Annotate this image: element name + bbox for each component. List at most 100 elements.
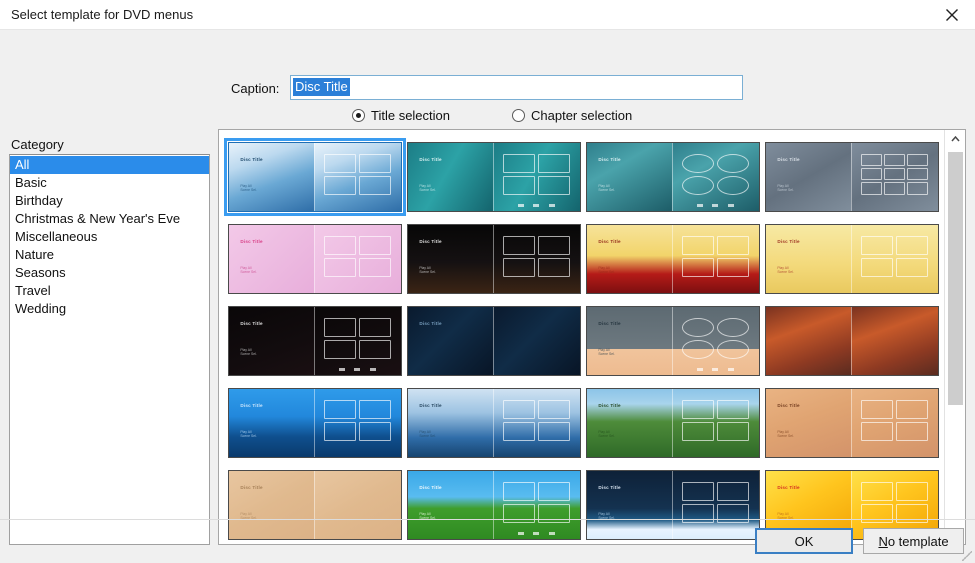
category-label: Category	[11, 137, 64, 152]
no-template-button[interactable]: No template	[863, 528, 964, 554]
template-title-panel: Disc TitlePlay All Scene Sel.	[586, 471, 673, 539]
template-thumbnail: Disc Title	[406, 306, 581, 376]
template-chapter-boxes	[323, 235, 392, 277]
template-chapter-box	[860, 481, 893, 501]
close-button[interactable]	[929, 0, 975, 30]
template-item[interactable]: Disc TitlePlay All Scene Sel.	[583, 465, 762, 544]
template-item[interactable]: Disc TitlePlay All Scene Sel.	[404, 465, 583, 544]
template-item[interactable]: Disc TitlePlay All Scene Sel.	[762, 383, 941, 463]
ok-button[interactable]: OK	[755, 528, 853, 554]
template-title-panel: Disc TitlePlay All Scene Sel.	[407, 143, 494, 211]
category-item[interactable]: Nature	[10, 246, 209, 264]
template-item[interactable]: Disc TitlePlay All Scene Sel.	[225, 383, 404, 463]
template-item[interactable]: Disc TitlePlay All Scene Sel.	[583, 219, 762, 299]
template-thumbnail: Disc TitlePlay All Scene Sel.	[223, 138, 406, 216]
template-item[interactable]: Disc TitlePlay All Scene Sel.	[223, 137, 406, 217]
template-chapter-box	[681, 317, 714, 337]
template-sub-text: Play All Scene Sel.	[240, 265, 257, 275]
template-chapter-box	[716, 175, 750, 195]
template-item[interactable]: Disc Title	[404, 301, 583, 381]
template-disc-title: Disc Title	[419, 239, 442, 245]
radio-chapter-selection[interactable]: Chapter selection	[512, 108, 632, 123]
category-item[interactable]: Miscellaneous	[10, 228, 209, 246]
template-chapter-box	[358, 235, 392, 255]
template-sub-text: Play All Scene Sel.	[777, 429, 794, 439]
template-thumbnail: Disc TitlePlay All Scene Sel.	[585, 388, 760, 458]
category-item[interactable]: Birthday	[10, 192, 209, 210]
template-chapter-box	[358, 399, 392, 419]
template-title-panel: Disc TitlePlay All Scene Sel.	[407, 225, 494, 293]
category-item[interactable]: Christmas & New Year's Eve	[10, 210, 209, 228]
scrollbar-thumb[interactable]	[948, 152, 963, 405]
template-chapter-box	[323, 235, 356, 255]
template-item[interactable]: Disc TitlePlay All Scene Sel.	[583, 301, 762, 381]
template-chapter-box	[716, 235, 750, 255]
template-chapter-boxes	[323, 399, 392, 441]
template-chapter-box	[716, 421, 750, 441]
template-thumbnail: Disc TitlePlay All Scene Sel.	[406, 142, 581, 212]
template-title-panel: Disc TitlePlay All Scene Sel.	[765, 143, 852, 211]
template-chapter-panel	[493, 471, 580, 539]
template-disc-title: Disc Title	[777, 485, 800, 491]
template-chapter-box	[716, 317, 750, 337]
template-chapter-box	[323, 153, 356, 173]
template-chapter-panel	[672, 307, 759, 375]
template-item[interactable]: Disc TitlePlay All Scene Sel.	[404, 383, 583, 463]
category-item[interactable]: Seasons	[10, 264, 209, 282]
template-chapter-box	[358, 421, 392, 441]
template-thumbnail: Disc TitlePlay All Scene Sel.	[227, 388, 402, 458]
resize-grip[interactable]	[962, 551, 972, 561]
template-chapter-boxes	[860, 399, 929, 441]
template-thumbnail: Disc TitlePlay All Scene Sel.	[764, 142, 939, 212]
template-thumbnail: Disc TitlePlay All Scene Sel.	[227, 470, 402, 540]
template-disc-title: Disc Title	[419, 157, 442, 163]
template-thumbnail: Disc TitlePlay All Scene Sel.	[227, 306, 402, 376]
template-chapter-box	[681, 175, 714, 195]
template-item[interactable]	[762, 301, 941, 381]
template-chapter-box	[358, 257, 392, 277]
template-chapter-panel	[851, 143, 938, 211]
template-chapter-box	[860, 153, 882, 167]
template-item[interactable]: Disc TitlePlay All Scene Sel.	[583, 383, 762, 463]
template-chapter-box	[681, 153, 714, 173]
template-item[interactable]: Disc TitlePlay All Scene Sel.	[762, 137, 941, 217]
template-chapter-boxes	[681, 317, 750, 359]
category-item[interactable]: All	[10, 156, 209, 174]
template-chapter-box	[860, 168, 882, 181]
template-chapter-box	[502, 153, 535, 173]
category-list[interactable]: All Basic Birthday Christmas & New Year's E…	[9, 154, 210, 545]
template-disc-title: Disc Title	[240, 321, 263, 327]
template-item[interactable]: Disc TitlePlay All Scene Sel.	[225, 219, 404, 299]
template-item[interactable]: Disc TitlePlay All Scene Sel.	[404, 219, 583, 299]
caption-input[interactable]	[290, 75, 743, 100]
template-chapter-box	[537, 421, 571, 441]
template-thumbnail: Disc TitlePlay All Scene Sel.	[227, 224, 402, 294]
category-item[interactable]: Travel	[10, 282, 209, 300]
template-item[interactable]: Disc TitlePlay All Scene Sel.	[225, 301, 404, 381]
template-title-panel: Disc TitlePlay All Scene Sel.	[407, 471, 494, 539]
template-item[interactable]: Disc TitlePlay All Scene Sel.	[225, 465, 404, 544]
radio-title-selection[interactable]: Title selection	[352, 108, 450, 123]
template-chapter-panel	[672, 143, 759, 211]
template-chapter-box	[323, 399, 356, 419]
selection-mode-radio-group: Title selection Chapter selection	[352, 108, 632, 123]
template-grid: Disc Title Play All Scene Sel. Disc Title P…	[219, 130, 944, 544]
template-sub-text: Play All Scene Sel.	[598, 429, 615, 439]
template-chapter-box	[907, 182, 929, 195]
template-thumbnail: Disc TitlePlay All Scene Sel.	[764, 224, 939, 294]
template-scrollbar[interactable]	[944, 130, 965, 544]
template-chapter-box	[323, 257, 356, 277]
template-chapter-box	[681, 399, 714, 419]
template-chapter-box	[883, 153, 905, 167]
template-disc-title: Disc Title	[240, 403, 263, 409]
category-item[interactable]: Basic	[10, 174, 209, 192]
template-chapter-boxes	[502, 481, 571, 523]
template-thumbnail: Disc TitlePlay All Scene Sel.	[406, 224, 581, 294]
template-item[interactable]: Disc TitlePlay All Scene Sel.	[583, 137, 762, 217]
template-item[interactable]: Disc TitlePlay All Scene Sel.	[404, 137, 583, 217]
template-item[interactable]: Disc TitlePlay All Scene Sel.	[762, 219, 941, 299]
category-item[interactable]: Wedding	[10, 300, 209, 318]
scroll-up-button[interactable]	[945, 130, 965, 148]
template-chapter-panel	[314, 307, 401, 375]
scrollbar-track[interactable]	[945, 148, 965, 526]
